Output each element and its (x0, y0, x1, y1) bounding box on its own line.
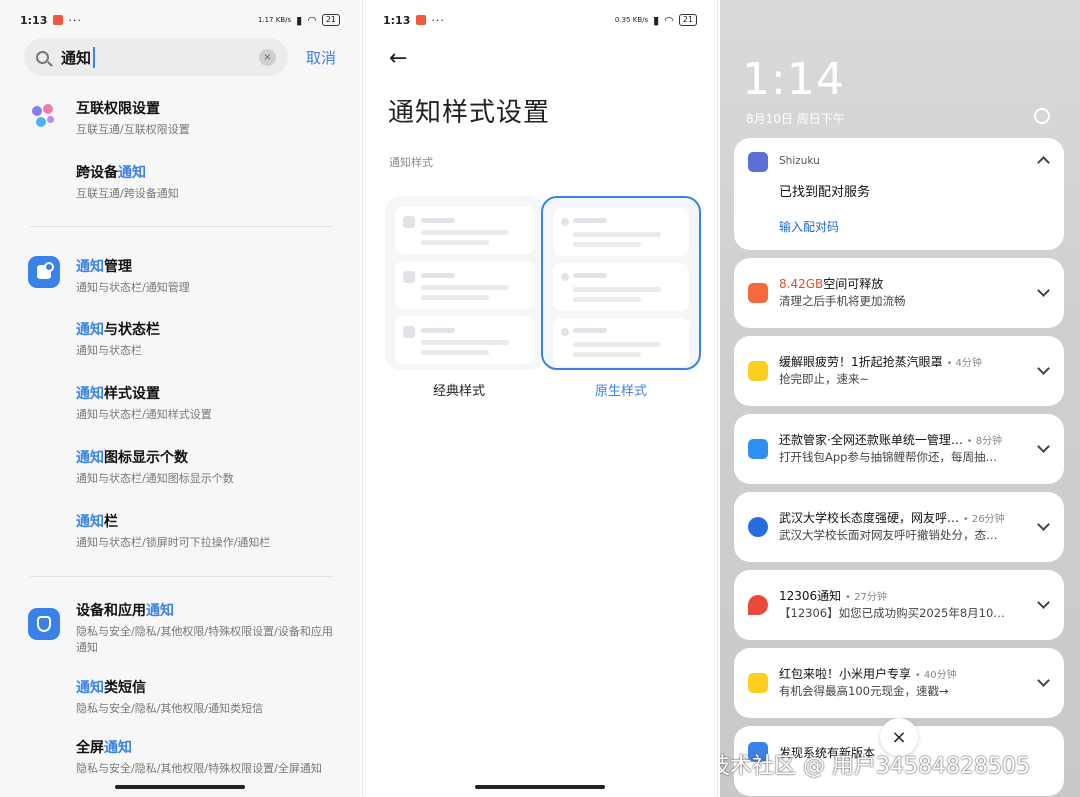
notification-body: 有机会得最高100元现金，速戳→ (779, 684, 949, 698)
lock-date: 8月10日 周日下午 (746, 112, 845, 126)
notification-style-screen: 1:13 ··· 0.35 KB/s ▮ ◠ 21 ← 通知样式设置 通知样式 … (362, 0, 718, 797)
status-bar: 1:13 ··· 1.17 KB/s ▮ ◠ 21 (20, 12, 340, 28)
expand-icon[interactable] (1037, 674, 1050, 687)
divider (30, 226, 334, 227)
notification-title: 已找到配对服务 (779, 185, 871, 200)
expand-icon[interactable] (1037, 596, 1050, 609)
expand-icon[interactable] (1037, 440, 1050, 453)
search-result[interactable]: 通知与状态栏 通知与状态栏 (76, 319, 336, 359)
network-speed: 1.17 KB/s (257, 15, 292, 24)
expand-icon[interactable] (1037, 362, 1050, 375)
search-input[interactable]: 通知 (61, 46, 96, 68)
battery-icon: 21 (678, 14, 697, 26)
notification-title: 武汉大学校长态度强硬，网友呼… • 26分钟 (779, 511, 1005, 525)
search-result[interactable]: 互联权限设置 互联互通/互联权限设置 (76, 98, 336, 138)
wallet-icon (748, 439, 768, 459)
meituan-icon (748, 361, 768, 381)
search-result[interactable]: 通知样式设置 通知与状态栏/通知样式设置 (76, 383, 336, 423)
signal-icon: ▮ (653, 13, 660, 27)
notification-title: 12306通知 • 27分钟 (779, 589, 887, 603)
search-result[interactable]: 设备和应用通知 隐私与安全/隐私/其他权限/特殊权限设置/设备和应用通知 (76, 600, 336, 656)
notification-body: 清理之后手机将更加流畅 (779, 294, 906, 308)
search-result[interactable]: 通知管理 通知与状态栏/通知管理 (76, 256, 336, 296)
notification-body: 打开钱包App参与抽锦鲤帮你还，每周抽… (779, 450, 997, 464)
cancel-button[interactable]: 取消 (306, 47, 336, 68)
search-result[interactable]: 通知栏 通知与状态栏/锁屏时可下拉操作/通知栏 (76, 511, 336, 551)
search-result[interactable]: 跨设备通知 互联互通/跨设备通知 (76, 162, 336, 202)
watermark: 掘金技术社区 @ 用户34584828505 (720, 754, 1030, 779)
meituan-icon (748, 673, 768, 693)
wifi-icon: ◠ (664, 13, 674, 27)
more-dots-icon: ··· (431, 13, 445, 27)
notification-body: 抢完即止，速来~ (779, 372, 870, 386)
result-path: 互联互通/互联权限设置 (76, 123, 190, 136)
notification-body: 【12306】如您已成功购买2025年8月10… (779, 606, 1005, 620)
status-time: 1:13 (383, 13, 411, 27)
wifi-icon: ◠ (307, 13, 317, 27)
clear-icon[interactable]: × (259, 48, 276, 66)
result-path: 隐私与安全/隐私/其他权限/特殊权限设置/全屏通知 (76, 762, 322, 775)
classic-style-option[interactable] (385, 196, 545, 370)
cleaner-icon (748, 283, 768, 303)
privacy-shield-icon (28, 608, 60, 640)
notification-settings-icon (28, 256, 60, 288)
home-indicator[interactable] (115, 785, 245, 789)
notification-card[interactable]: 12306通知 • 27分钟 【12306】如您已成功购买2025年8月10… (734, 570, 1064, 640)
result-path: 隐私与安全/隐私/其他权限/通知类短信 (76, 702, 264, 715)
notification-card[interactable]: Shizuku 已找到配对服务 输入配对码 (734, 138, 1064, 250)
more-dots-icon: ··· (68, 13, 82, 27)
search-result[interactable]: 通知类短信 隐私与安全/隐私/其他权限/通知类短信 (76, 677, 336, 717)
section-header: 通知样式 (389, 156, 433, 169)
native-style-option[interactable] (541, 196, 701, 370)
network-speed: 0.35 KB/s (614, 15, 649, 24)
search-bar[interactable]: 通知 × (24, 38, 288, 76)
back-arrow-icon[interactable]: ← (389, 46, 407, 71)
interconnect-icon (28, 100, 62, 134)
notification-card[interactable]: 武汉大学校长态度强硬，网友呼… • 26分钟 武汉大学校长面对网友呼吁撤销处分，… (734, 492, 1064, 562)
notification-body: 武汉大学校长面对网友呼吁撤销处分，态… (779, 528, 998, 542)
lock-screen: 1:14 8月10日 周日下午 Shizuku 已找到配对服务 输入配对码 8.… (720, 0, 1080, 797)
result-path: 通知与状态栏/锁屏时可下拉操作/通知栏 (76, 536, 271, 549)
search-icon (36, 50, 49, 64)
notification-card[interactable]: 还款管家·全网还款账单统一管理… • 8分钟 打开钱包App参与抽锦鲤帮你还，每… (734, 414, 1064, 484)
native-style-label[interactable]: 原生样式 (595, 380, 647, 399)
search-result[interactable]: 全屏通知 隐私与安全/隐私/其他权限/特殊权限设置/全屏通知 (76, 737, 336, 777)
page-title: 通知样式设置 (388, 98, 551, 128)
expand-icon[interactable] (1037, 284, 1050, 297)
classic-style-label[interactable]: 经典样式 (433, 380, 485, 399)
notification-settings-icon[interactable] (1034, 108, 1050, 124)
signal-icon: ▮ (296, 13, 303, 27)
railway-icon (748, 595, 768, 615)
expand-icon[interactable] (1037, 518, 1050, 531)
notification-title: 红包来啦！小米用户专享 • 40分钟 (779, 667, 957, 681)
divider (30, 576, 334, 577)
result-path: 通知与状态栏/通知管理 (76, 281, 190, 294)
app-badge-icon (53, 15, 64, 25)
notification-card[interactable]: 缓解眼疲劳！1折起抢蒸汽眼罩 • 4分钟 抢完即止，速来~ (734, 336, 1064, 406)
result-path: 隐私与安全/隐私/其他权限/特殊权限设置/设备和应用通知 (76, 625, 333, 654)
result-path: 通知与状态栏/通知样式设置 (76, 408, 212, 421)
status-bar: 1:13 ··· 0.35 KB/s ▮ ◠ 21 (383, 12, 697, 28)
result-path: 通知与状态栏 (76, 344, 142, 357)
result-path: 互联互通/跨设备通知 (76, 187, 179, 200)
shizuku-icon (748, 152, 768, 172)
home-indicator[interactable] (475, 785, 605, 789)
notification-app: Shizuku (779, 155, 820, 167)
collapse-icon[interactable] (1037, 156, 1050, 169)
notification-title: 8.42GB空间可释放 (779, 277, 884, 291)
settings-search-screen: 1:13 ··· 1.17 KB/s ▮ ◠ 21 通知 × 取消 互联权限设置… (0, 0, 360, 797)
status-time: 1:13 (20, 13, 48, 27)
notification-card[interactable]: 红包来啦！小米用户专享 • 40分钟 有机会得最高100元现金，速戳→ (734, 648, 1064, 718)
notification-title: 还款管家·全网还款账单统一管理… • 8分钟 (779, 433, 1003, 447)
app-badge-icon (416, 15, 427, 25)
enter-pairing-code-button[interactable]: 输入配对码 (779, 218, 839, 235)
notification-card[interactable]: 8.42GB空间可释放 清理之后手机将更加流畅 (734, 258, 1064, 328)
battery-icon: 21 (321, 14, 340, 26)
lock-clock: 1:14 (742, 54, 845, 105)
news-icon (748, 517, 768, 537)
search-result[interactable]: 通知图标显示个数 通知与状态栏/通知图标显示个数 (76, 447, 336, 487)
notification-title: 缓解眼疲劳！1折起抢蒸汽眼罩 • 4分钟 (779, 355, 982, 369)
result-path: 通知与状态栏/通知图标显示个数 (76, 472, 234, 485)
